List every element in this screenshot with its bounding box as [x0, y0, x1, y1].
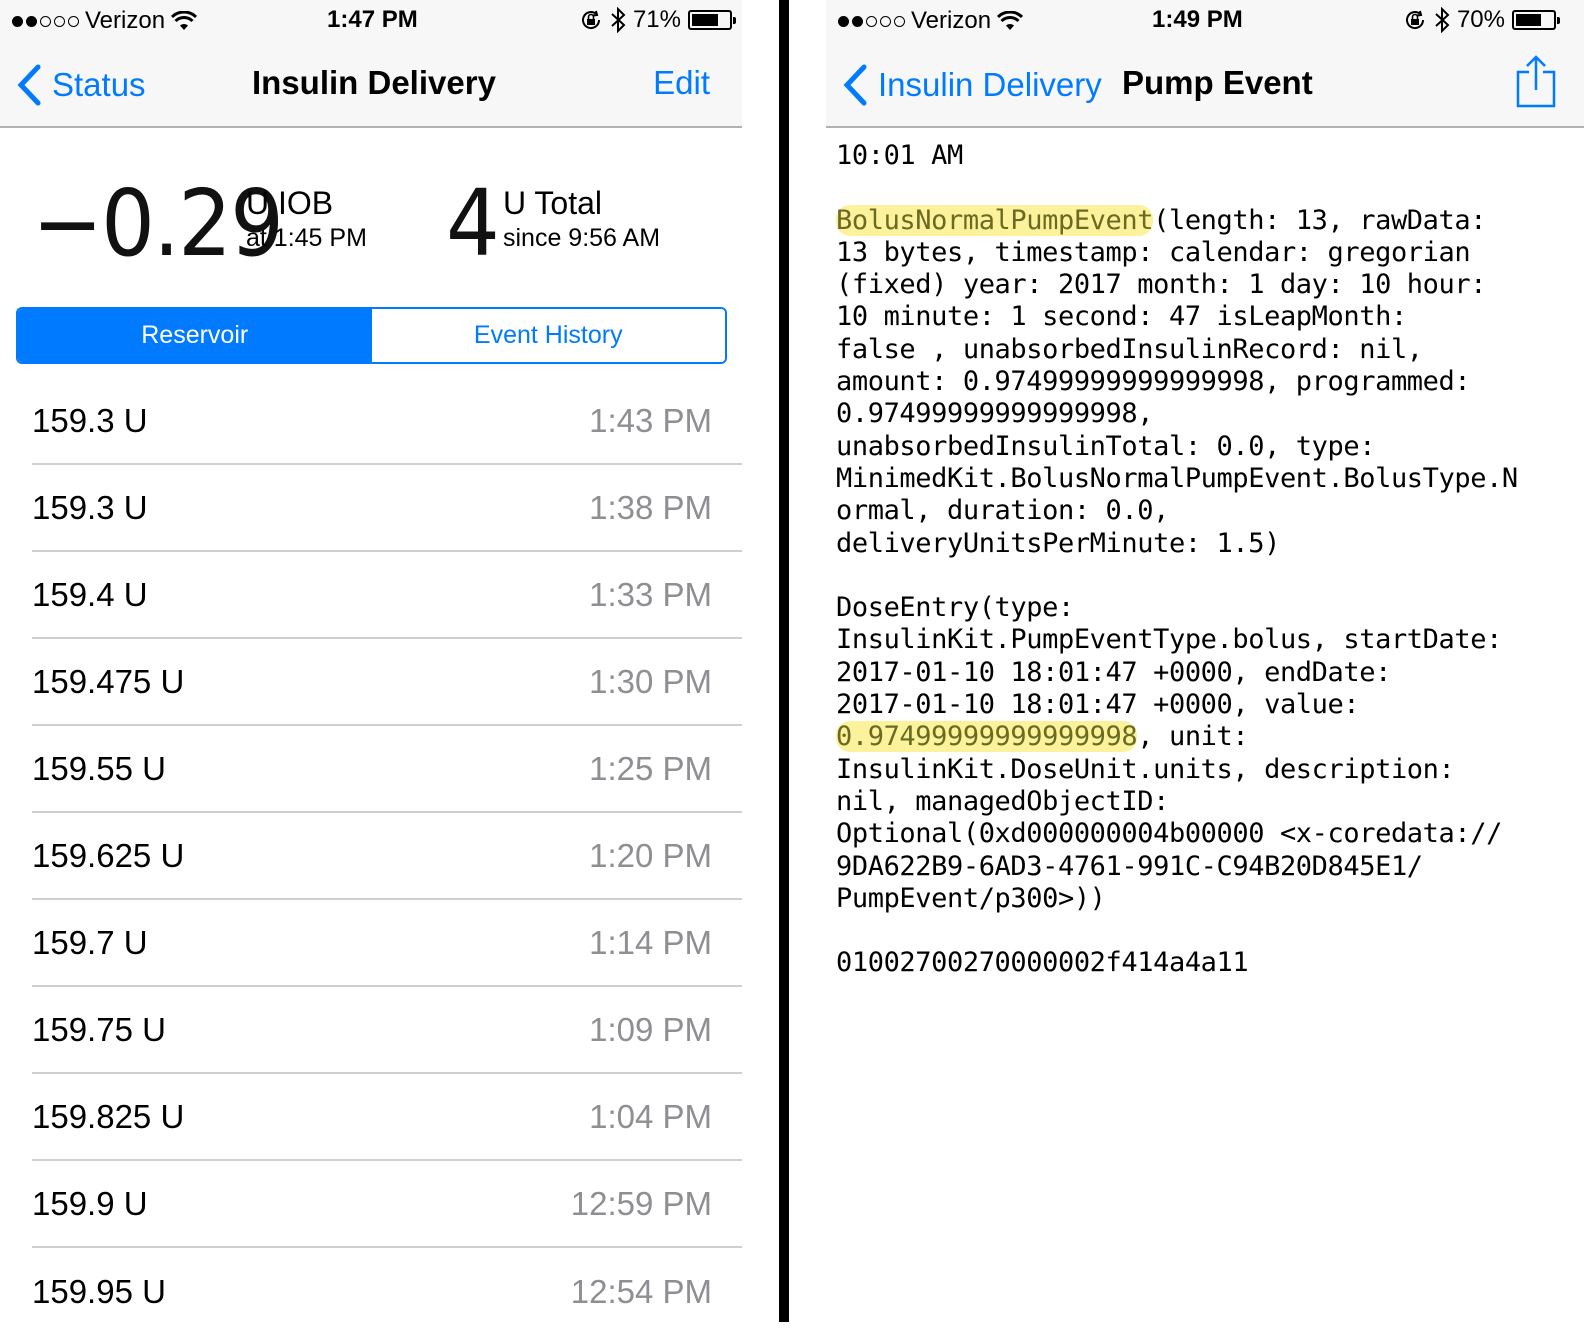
segmented-control: Reservoir Event History — [16, 307, 727, 364]
signal-strength-icon — [838, 15, 905, 27]
status-bar: Verizon 1:49 PM 70% — [826, 0, 1584, 40]
reservoir-time: 1:25 PM — [589, 749, 712, 787]
reservoir-row[interactable]: 159.9 U 12:59 PM — [32, 1161, 742, 1248]
reservoir-row[interactable]: 159.4 U 1:33 PM — [32, 552, 742, 639]
reservoir-value: 159.9 U — [32, 1184, 148, 1222]
wifi-icon — [171, 11, 198, 30]
rotation-lock-icon — [1405, 10, 1424, 29]
insulin-delivery-screen: Verizon 1:47 PM 71% Status Insulin Deliv… — [0, 0, 742, 1334]
segment-reservoir[interactable]: Reservoir — [18, 309, 372, 362]
back-button[interactable]: Insulin Delivery — [842, 64, 1102, 106]
battery-icon — [688, 10, 736, 30]
reservoir-time: 12:59 PM — [570, 1184, 712, 1222]
iob-value: −0.29 — [32, 170, 284, 277]
reservoir-value: 159.95 U — [32, 1272, 166, 1310]
screenshot-divider — [779, 0, 789, 1322]
clock: 1:47 PM — [327, 6, 418, 33]
summary-section: −0.29 U IOB at 1:45 PM 4 U Total since 9… — [0, 170, 742, 270]
bluetooth-icon — [1435, 7, 1450, 33]
dose-entry-prefix: DoseEntry(type: InsulinKit.PumpEventType… — [836, 592, 1502, 721]
reservoir-time: 1:43 PM — [589, 401, 712, 439]
reservoir-row[interactable]: 159.475 U 1:30 PM — [32, 639, 742, 726]
reservoir-row[interactable]: 159.625 U 1:20 PM — [32, 813, 742, 900]
reservoir-time: 12:54 PM — [570, 1272, 712, 1310]
chevron-left-icon — [843, 64, 867, 106]
segment-event-history[interactable]: Event History — [371, 309, 725, 362]
event-detail: 10:01 AM BolusNormalPumpEvent(length: 13… — [836, 140, 1576, 980]
reservoir-value: 159.475 U — [32, 662, 185, 700]
chevron-left-icon — [17, 64, 41, 106]
wifi-icon — [997, 11, 1024, 30]
total-unit: U Total — [503, 185, 603, 221]
navigation-bar: Insulin Delivery Pump Event — [826, 44, 1584, 124]
edit-button[interactable]: Edit — [653, 64, 710, 102]
carrier-name: Verizon — [911, 7, 992, 34]
battery-percent: 71% — [632, 6, 681, 33]
reservoir-row[interactable]: 159.75 U 1:09 PM — [32, 987, 742, 1074]
highlighted-dose-value: 0.97499999999999998 — [836, 721, 1138, 753]
total-value: 4 — [446, 170, 500, 277]
signal-strength-icon — [12, 15, 79, 27]
reservoir-row[interactable]: 159.7 U 1:14 PM — [32, 900, 742, 987]
reservoir-time: 1:33 PM — [589, 575, 712, 613]
raw-hex-data: 01002700270000002f414a4a11 — [836, 947, 1249, 979]
reservoir-list: 159.3 U 1:43 PM 159.3 U 1:38 PM 159.4 U 1:33 … — [32, 378, 742, 1334]
reservoir-value: 159.625 U — [32, 836, 185, 874]
page-title: Insulin Delivery — [252, 64, 496, 101]
back-label: Insulin Delivery — [878, 66, 1102, 103]
clock: 1:49 PM — [1152, 6, 1243, 33]
iob-time: at 1:45 PM — [246, 224, 367, 252]
back-button[interactable]: Status — [16, 64, 146, 106]
reservoir-value: 159.3 U — [32, 488, 148, 526]
page-title: Pump Event — [1122, 64, 1313, 101]
reservoir-row[interactable]: 159.825 U 1:04 PM — [32, 1074, 742, 1161]
status-bar: Verizon 1:47 PM 71% — [0, 0, 742, 40]
share-button[interactable] — [1516, 54, 1556, 113]
top-bar: Verizon 1:49 PM 70% Insulin Delivery Pum… — [826, 0, 1584, 128]
battery-percent: 70% — [1456, 6, 1505, 33]
reservoir-value: 159.75 U — [32, 1010, 166, 1048]
reservoir-time: 1:20 PM — [589, 836, 712, 874]
reservoir-time: 1:38 PM — [589, 488, 712, 526]
pump-event-body: (length: 13, rawData: 13 bytes, timestam… — [836, 204, 1518, 559]
reservoir-value: 159.7 U — [32, 923, 148, 961]
reservoir-row[interactable]: 159.95 U 12:54 PM — [32, 1248, 742, 1334]
carrier-name: Verizon — [85, 7, 166, 34]
battery-icon — [1512, 10, 1560, 30]
event-time: 10:01 AM — [836, 140, 963, 171]
bluetooth-icon — [611, 7, 626, 33]
reservoir-value: 159.3 U — [32, 401, 148, 439]
highlighted-event-name: BolusNormalPumpEvent — [836, 204, 1154, 236]
reservoir-time: 1:09 PM — [589, 1010, 712, 1048]
reservoir-row[interactable]: 159.3 U 1:43 PM — [32, 378, 742, 465]
reservoir-time: 1:14 PM — [589, 923, 712, 961]
reservoir-value: 159.825 U — [32, 1097, 185, 1135]
reservoir-row[interactable]: 159.55 U 1:25 PM — [32, 726, 742, 813]
reservoir-value: 159.55 U — [32, 749, 166, 787]
reservoir-time: 1:04 PM — [589, 1097, 712, 1135]
reservoir-time: 1:30 PM — [589, 662, 712, 700]
reservoir-row[interactable]: 159.3 U 1:38 PM — [32, 465, 742, 552]
navigation-bar: Status Insulin Delivery Edit — [0, 44, 742, 124]
rotation-lock-icon — [581, 10, 600, 29]
share-icon — [1516, 55, 1556, 108]
iob-unit: U IOB — [246, 185, 334, 221]
top-bar: Verizon 1:47 PM 71% Status Insulin Deliv… — [0, 0, 742, 128]
pump-event-screen: Verizon 1:49 PM 70% Insulin Delivery Pum… — [826, 0, 1584, 1334]
reservoir-value: 159.4 U — [32, 575, 148, 613]
back-label: Status — [52, 66, 146, 103]
total-since: since 9:56 AM — [503, 224, 661, 252]
